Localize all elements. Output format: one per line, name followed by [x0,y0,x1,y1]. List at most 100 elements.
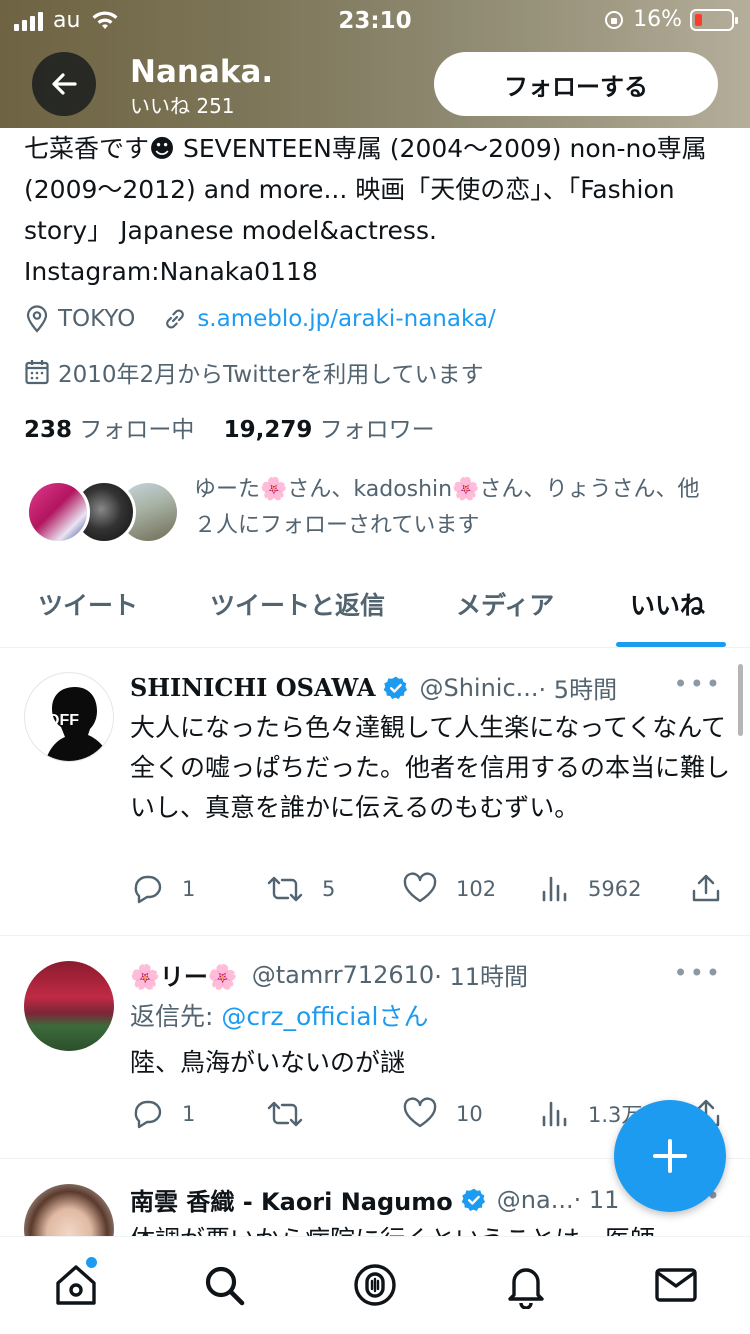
like-count: 102 [456,877,497,901]
tweet-text: 体調が悪いから病院に行くということは、医師 [130,1220,730,1236]
avatar [26,480,90,544]
reply-context: 返信先: @crz_officialさん [130,997,428,1033]
active-tab-indicator [616,642,726,647]
reply-count: 1 [182,1102,196,1126]
reply-button[interactable]: 1 [130,1097,195,1131]
followers-count[interactable]: 19,279 [224,417,313,443]
profile-joined-row: 2010年2月からTwitterを利用しています [24,355,484,389]
back-button[interactable] [32,52,96,116]
tweet-header: 南雲 香織 - Kaori Nagumo @na... · 11 [130,1182,619,1217]
bell-icon [508,1268,544,1310]
avatar[interactable] [24,961,114,1051]
location-icon [26,305,48,333]
profile-tabs: ツイート ツイートと返信 メディア いいね [0,560,750,648]
reply-suffix: さん [378,1002,429,1031]
bottom-navigation [0,1236,750,1334]
tweet-text: 大人になったら色々達観して人生楽になってくなんて全くの嘘っぱちだった。他者を信用… [130,713,731,822]
tweet-author-name[interactable]: 🌸リー🌸 [130,957,238,992]
retweet-icon [267,876,303,902]
nav-spaces[interactable] [351,1261,399,1309]
tweet-more-button[interactable]: ••• [674,670,722,698]
battery-percent: 16% [633,7,682,32]
tweet-handle[interactable]: @Shinic... [419,674,538,702]
profile-bio: 七菜香です☻ SEVENTEEN専属 (2004～2009) non-no専属 … [24,134,707,286]
reply-button[interactable]: 1 [130,872,195,906]
reply-prefix: 返信先: [130,1002,214,1031]
views-icon [542,1101,567,1127]
retweet-icon [267,1101,303,1127]
avatar-silhouette: OFF [45,687,111,761]
search-icon [205,1266,245,1306]
tweet-header: SHINICHI OSAWA @Shinic... · 5時間 [130,670,617,705]
calendar-icon [25,360,49,385]
profile-location: TOKYO [58,306,136,332]
tweet-handle[interactable]: @na... [497,1186,574,1214]
compose-plus-icon [653,1139,687,1173]
tweet-header: 🌸リー🌸 @tamrr712610 · 11時間 [130,957,528,992]
profile-meta-row: TOKYO s.ameblo.jp/araki-nanaka/ [24,305,496,333]
home-notification-dot [86,1257,97,1268]
share-button[interactable] [690,872,722,906]
share-icon [692,874,720,902]
follow-button[interactable]: フォローする [434,52,718,116]
avatar[interactable] [24,1184,114,1236]
views-icon [542,876,567,902]
scrollbar[interactable] [738,664,743,736]
following-count[interactable]: 238 [24,417,72,443]
tweet-handle[interactable]: @tamrr712610 [252,961,434,989]
tweet-time: · 5時間 [538,676,618,704]
avatar-off-text: OFF [47,712,79,729]
tweet-time: · 11時間 [434,963,528,991]
nav-notifications[interactable] [502,1261,550,1310]
reply-to-handle[interactable]: @crz_official [221,1002,378,1031]
reply-icon [134,1100,162,1129]
compose-tweet-button[interactable] [614,1100,726,1212]
like-icon [403,1097,437,1128]
tweet-more-button[interactable]: ••• [674,959,722,987]
tweet-author-name[interactable]: SHINICHI OSAWA [130,673,375,702]
following-label[interactable]: フォロー中 [79,417,194,443]
profile-joined-date: 2010年2月からTwitterを利用しています [58,362,484,388]
header-name: Nanaka. [130,54,274,90]
reply-icon [134,875,162,904]
like-button[interactable]: 102 [402,872,496,906]
tweet[interactable]: OFF SHINICHI OSAWA @Shinic... · 5時間 ••• … [0,648,750,936]
nav-search[interactable] [200,1261,248,1309]
tweet-actions: 1 5 102 5962 [130,872,730,912]
link-icon [166,309,185,329]
like-button[interactable]: 10 [402,1097,483,1131]
tweet-text: 陸、鳥海がいないのが謎 [130,1048,406,1077]
avatar[interactable]: OFF [24,672,114,762]
retweet-count: 5 [322,877,336,901]
tab-likes[interactable]: いいね [630,586,705,622]
like-count: 10 [456,1102,483,1126]
retweet-button[interactable]: 5 [266,872,335,906]
follow-counts: 238 フォロー中 19,279 フォロワー [24,410,435,444]
home-icon [56,1265,96,1305]
tab-tweets[interactable]: ツイート [38,586,138,622]
rotation-lock-icon [605,10,624,29]
profile-header: au 23:10 16% Nanaka. いいね 251 フォローする [0,0,750,128]
reply-count: 1 [182,877,196,901]
tweet-time: · 11 [573,1185,620,1214]
followers-label[interactable]: フォロワー [320,417,435,443]
header-likes-count: いいね 251 [130,94,235,118]
status-bar: au 23:10 16% [0,0,750,42]
followed-by-text[interactable]: ゆーた🌸さん、kadoshin🌸さん、りょうさん、他２人にフォローされています [194,472,714,544]
verified-icon [461,1188,485,1211]
mail-icon [655,1268,697,1302]
views-button[interactable]: 5962 [540,872,641,906]
nav-messages[interactable] [652,1261,700,1309]
like-icon [403,872,437,903]
mutual-followers-avatars[interactable] [26,480,186,546]
battery-icon [690,8,738,31]
verified-icon [384,676,408,699]
tab-media[interactable]: メディア [456,586,554,622]
nav-home[interactable] [52,1261,100,1309]
tab-tweets-and-replies[interactable]: ツイートと返信 [210,586,385,622]
retweet-button[interactable] [266,1097,322,1131]
spaces-icon [354,1264,396,1306]
views-count: 5962 [588,877,642,901]
tweet-author-name[interactable]: 南雲 香織 - Kaori Nagumo [130,1182,453,1217]
profile-website-link[interactable]: s.ameblo.jp/araki-nanaka/ [197,306,495,332]
